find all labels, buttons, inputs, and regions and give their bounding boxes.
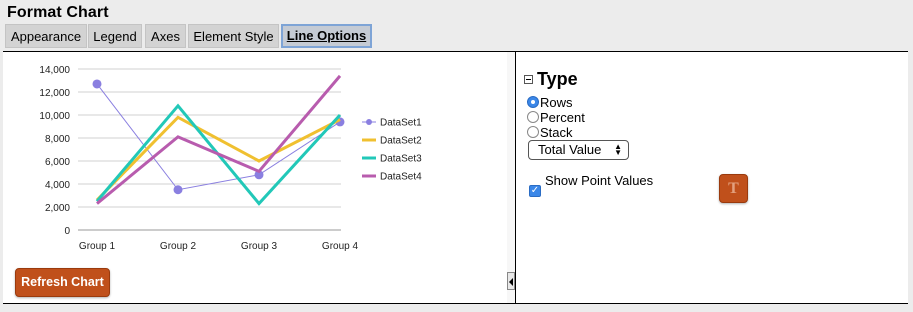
legend-label: DataSet2: [380, 136, 422, 147]
text-format-icon[interactable]: T: [719, 174, 748, 203]
y-tick-label: 0: [64, 226, 70, 237]
x-tick-label: Group 2: [160, 241, 197, 252]
window-title: Format Chart: [7, 4, 109, 21]
show-point-values-checkbox[interactable]: ✓: [529, 185, 541, 197]
data-point: [173, 185, 183, 195]
tab-appearance[interactable]: Appearance: [5, 24, 87, 48]
legend-label: DataSet3: [380, 154, 422, 165]
y-tick-label: 14,000: [39, 65, 70, 76]
radio-button[interactable]: [527, 111, 539, 123]
radio-button[interactable]: [527, 96, 539, 108]
show-point-values-label: Show Point Values: [545, 173, 654, 188]
x-tick-label: Group 3: [241, 241, 278, 252]
legend-swatch-marker: [366, 119, 372, 125]
legend-label: DataSet1: [380, 118, 422, 129]
y-tick-label: 10,000: [39, 111, 70, 122]
select-value: Total Value: [538, 142, 602, 157]
chart-preview-pane: 0 2,000 4,000 6,000 8,000 10,000 12,000 14,000 G…: [3, 52, 508, 303]
tab-element-style[interactable]: Element Style: [188, 24, 279, 48]
radio-label: Stack: [540, 125, 573, 140]
x-tick-label: Group 1: [79, 241, 116, 252]
tab-line-options[interactable]: Line Options: [281, 24, 372, 48]
value-type-select[interactable]: Total Value ▲ ▼: [528, 140, 629, 160]
collapse-section-icon[interactable]: [524, 75, 533, 84]
collapse-pane-arrow-icon[interactable]: [507, 272, 515, 290]
data-point: [92, 79, 102, 89]
chart: 0 2,000 4,000 6,000 8,000 10,000 12,000 14,000 G…: [39, 65, 422, 252]
tab-legend[interactable]: Legend: [88, 24, 142, 48]
y-tick-label: 12,000: [39, 88, 70, 99]
select-arrows-icon: ▲ ▼: [614, 142, 622, 157]
y-tick-label: 8,000: [45, 134, 70, 145]
pane-divider[interactable]: [507, 52, 516, 303]
radio-label: Rows: [540, 95, 573, 110]
radio-button[interactable]: [527, 126, 539, 138]
y-tick-label: 4,000: [45, 180, 70, 191]
tab-axes[interactable]: Axes: [145, 24, 186, 48]
section-title-type: Type: [537, 69, 578, 89]
y-tick-label: 6,000: [45, 157, 70, 168]
y-tick-label: 2,000: [45, 203, 70, 214]
refresh-chart-button[interactable]: Refresh Chart: [15, 268, 110, 297]
radio-label: Percent: [540, 110, 585, 125]
format-chart-panel: 0 2,000 4,000 6,000 8,000 10,000 12,000 14,000 G…: [3, 51, 908, 304]
line-options-pane: Type Rows Percent Stack Total Value ▲ ▼ ✓…: [516, 52, 908, 303]
x-tick-label: Group 4: [322, 241, 359, 252]
legend-label: DataSet4: [380, 172, 422, 183]
